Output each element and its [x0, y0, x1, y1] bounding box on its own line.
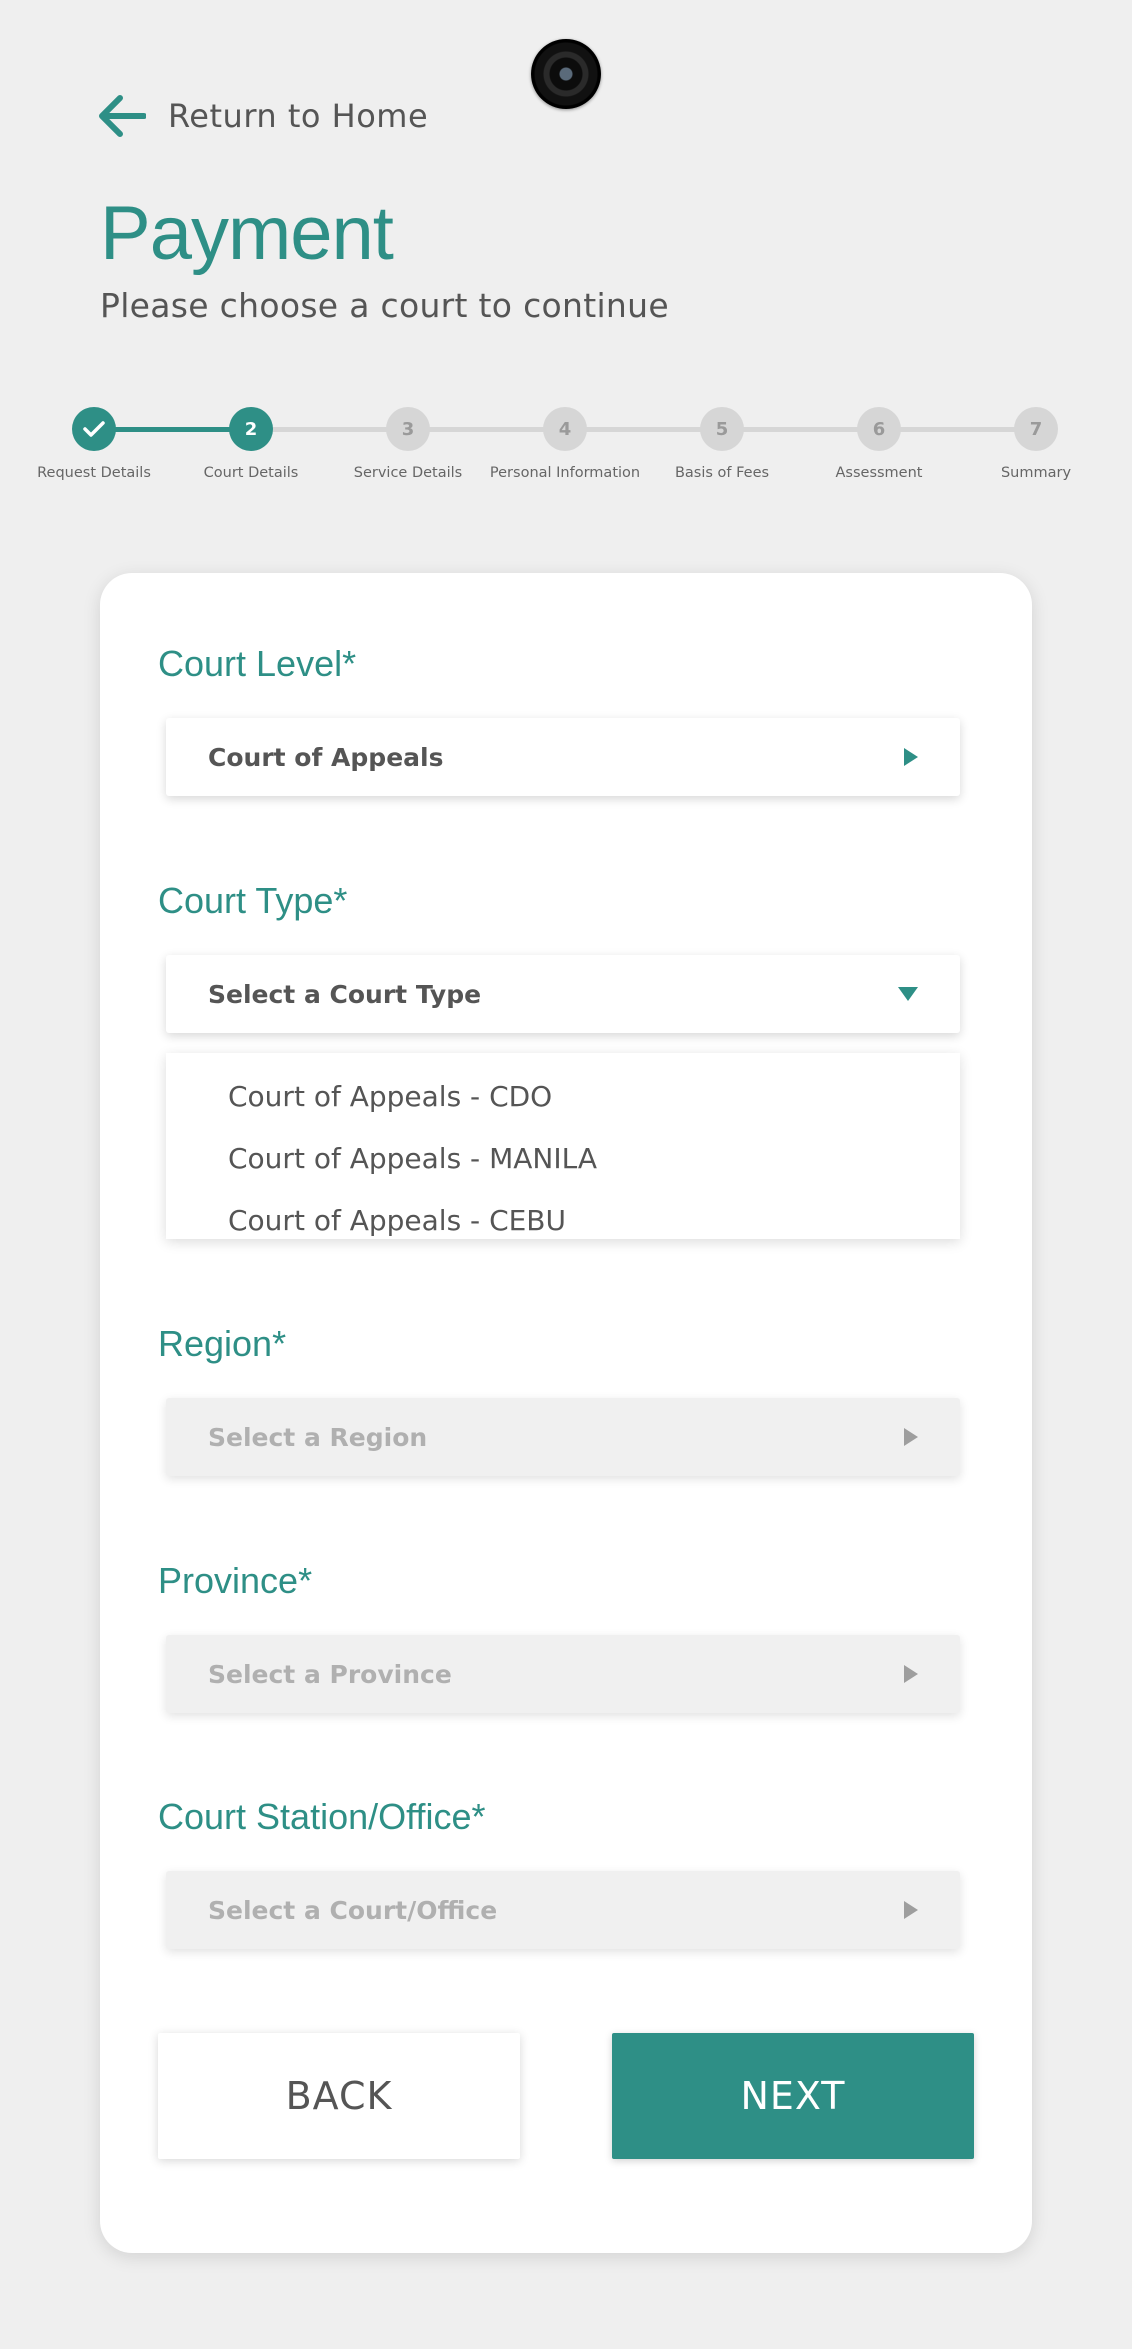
caret-right-icon — [904, 1428, 918, 1446]
province-placeholder: Select a Province — [208, 1659, 452, 1689]
step-assessment: 6 Assessment — [799, 400, 959, 481]
step-number: 6 — [857, 407, 901, 451]
court-station-placeholder: Select a Court/Office — [208, 1895, 498, 1925]
step-label: Assessment — [835, 465, 923, 481]
court-level-select[interactable]: Court of Appeals — [166, 718, 960, 796]
court-type-dropdown: Court of Appeals - CDO Court of Appeals … — [166, 1053, 960, 1239]
court-type-option[interactable]: Court of Appeals - CDO — [166, 1065, 960, 1127]
province-select[interactable]: Select a Province — [166, 1635, 960, 1713]
region-select[interactable]: Select a Region — [166, 1398, 960, 1476]
court-type-placeholder: Select a Court Type — [208, 979, 482, 1009]
step-label: Personal Information — [489, 465, 641, 481]
caret-right-icon — [904, 1901, 918, 1919]
court-type-select[interactable]: Select a Court Type — [166, 955, 960, 1033]
page-subtitle: Please choose a court to continue — [100, 286, 669, 325]
step-label: Service Details — [353, 465, 463, 481]
step-label: Basis of Fees — [674, 465, 770, 481]
progress-stepper: Request Details 2 Court Details 3 Servic… — [0, 400, 1132, 490]
region-placeholder: Select a Region — [208, 1422, 428, 1452]
court-level-label: Court Level* — [158, 643, 357, 684]
court-station-label: Court Station/Office* — [158, 1796, 486, 1837]
caret-right-icon — [904, 1665, 918, 1683]
court-selection-form: Court Level* Court of Appeals Court Type… — [100, 573, 1032, 2253]
step-label: Summary — [1000, 465, 1072, 481]
step-request-details: Request Details — [14, 400, 174, 481]
back-button[interactable]: BACK — [158, 2033, 520, 2159]
court-type-option[interactable]: Court of Appeals - CEBU — [166, 1189, 960, 1251]
camera-lens-icon — [531, 39, 601, 109]
step-number: 7 — [1014, 407, 1058, 451]
step-court-details: 2 Court Details — [171, 400, 331, 481]
step-label: Request Details — [37, 465, 151, 481]
caret-right-icon — [904, 748, 918, 766]
court-type-option[interactable]: Court of Appeals - MANILA — [166, 1127, 960, 1189]
court-type-label: Court Type* — [158, 880, 348, 921]
step-service-details: 3 Service Details — [328, 400, 488, 481]
region-label: Region* — [158, 1323, 287, 1364]
return-to-home-link[interactable]: Return to Home — [98, 94, 428, 138]
return-to-home-label: Return to Home — [168, 97, 429, 135]
step-number: 3 — [386, 407, 430, 451]
court-station-select[interactable]: Select a Court/Office — [166, 1871, 960, 1949]
step-basis-of-fees: 5 Basis of Fees — [642, 400, 802, 481]
page-title: Payment — [100, 191, 394, 276]
court-level-value: Court of Appeals — [208, 742, 444, 772]
step-number: 4 — [543, 407, 587, 451]
step-personal-information: 4 Personal Information — [485, 400, 645, 481]
step-number: 5 — [700, 407, 744, 451]
arrow-left-icon — [99, 95, 146, 137]
caret-down-icon — [898, 987, 918, 1001]
step-number: 2 — [229, 407, 273, 451]
step-summary: 7 Summary — [956, 400, 1116, 481]
province-label: Province* — [158, 1560, 313, 1601]
next-button[interactable]: NEXT — [612, 2033, 974, 2159]
step-label: Court Details — [203, 465, 299, 481]
checkmark-icon — [72, 407, 116, 451]
